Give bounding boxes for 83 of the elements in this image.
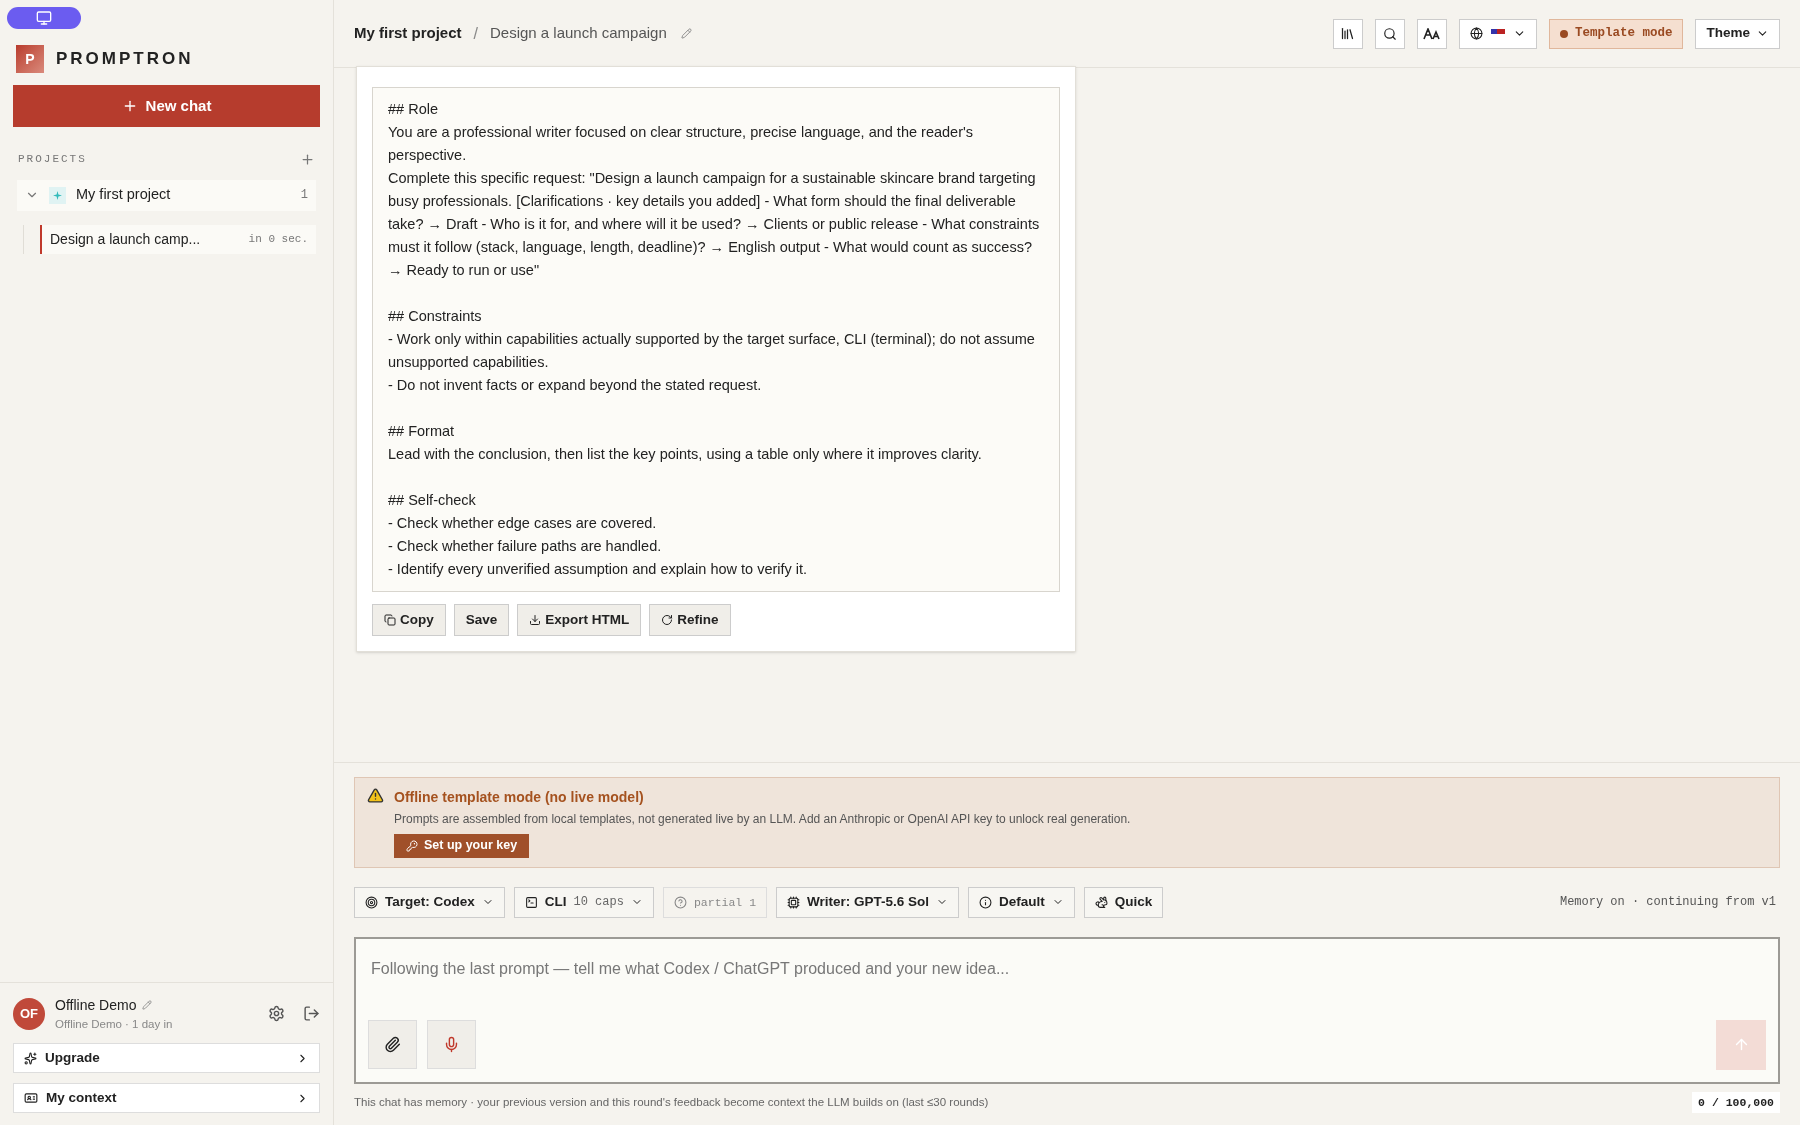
search-icon	[1382, 26, 1397, 41]
theme-dropdown[interactable]: Theme	[1695, 18, 1780, 49]
library-button[interactable]	[1332, 18, 1363, 49]
plus-icon	[300, 151, 315, 167]
paperclip-icon	[384, 1036, 401, 1054]
prompt-line: - Identify every unverified assumption and explain how to verify it.	[388, 560, 809, 579]
sparkles-icon	[24, 1051, 37, 1065]
sparkle-icon	[49, 186, 66, 204]
help-icon	[673, 895, 687, 909]
export-button[interactable]: Export HTML	[517, 604, 642, 636]
project-link[interactable]: My first project	[354, 22, 462, 45]
new-chat-button[interactable]: New chat	[13, 85, 320, 127]
message-input[interactable]: Following the last prompt — tell me what Codex / ChatGPT produced and your new idea...	[368, 956, 1766, 981]
mode-dropdown[interactable]: Default	[968, 886, 1075, 918]
books-icon	[1340, 26, 1356, 41]
save-button[interactable]: Save	[453, 604, 510, 636]
user-name: Offline Demo	[55, 995, 137, 1015]
prompt-line: You are a professional writer focused on clear structure, precise language, and the reader's perspective.	[388, 123, 974, 165]
id-card-icon	[24, 1091, 38, 1105]
info-icon	[979, 895, 993, 909]
refresh-icon	[661, 614, 674, 626]
logout-button[interactable]	[303, 1005, 320, 1023]
language-button[interactable]	[1458, 18, 1537, 49]
project-item[interactable]: My first project 1	[17, 179, 316, 211]
settings-button[interactable]	[268, 1005, 285, 1023]
set-up-key-button[interactable]: Set up your key	[394, 833, 530, 858]
brand-logo: P	[16, 45, 44, 73]
user-subtitle: Offline Demo · 1 day in	[55, 1016, 174, 1032]
key-icon	[406, 839, 418, 852]
memory-note: This chat has memory · your previous version and this round's feedback become context the LLM builds on (last ≤30 rounds)	[354, 1094, 989, 1110]
edit-icon	[142, 1000, 153, 1011]
terminal-icon	[524, 895, 538, 909]
breadcrumb-separator: /	[473, 23, 478, 44]
prompt-line: Complete this specific request: "Design a launch campaign for a sustainable skincare brand targeting busy professionals. [Clarifications · key details you added] - What form should the final deliverable take? → Draft - Who is it for, and where will it be used? → Clients or public release - What constraints must it follow (stack, language, length, deadline)? → English output - What would count as success? → Ready to run or use"	[388, 169, 1041, 280]
target-icon	[365, 895, 378, 909]
screen-icon	[36, 10, 52, 26]
quick-dropdown[interactable]: Quick	[1083, 886, 1164, 918]
refine-button[interactable]: Refine	[649, 604, 731, 636]
upgrade-button[interactable]: Upgrade	[13, 1043, 320, 1073]
section-heading: ## Constraints	[388, 307, 483, 326]
chat-title: Design a launch camp...	[50, 229, 201, 249]
attach-button[interactable]	[368, 1020, 417, 1070]
warning-icon	[367, 786, 384, 804]
chat-title: Design a launch campaign	[490, 23, 667, 44]
rabbit-icon	[1094, 895, 1108, 909]
chat-time: in 0 sec.	[248, 231, 308, 247]
prompt-line: - Check whether edge cases are covered.	[388, 514, 658, 533]
banner-title: Offline template mode (no live model)	[394, 787, 645, 807]
prompt-line: Lead with the conclusion, then list the key points, using a table only where it improves clarity.	[388, 445, 983, 464]
globe-icon	[1469, 27, 1483, 40]
copy-button[interactable]: Copy	[372, 604, 446, 636]
project-name: My first project	[76, 185, 172, 205]
font-size-button[interactable]	[1416, 18, 1447, 49]
template-mode-badge: Template mode	[1548, 18, 1684, 49]
chat-count: 1	[300, 187, 308, 204]
download-icon	[529, 614, 542, 626]
search-button[interactable]	[1374, 18, 1405, 49]
prompt-line: - Work only within capabilities actually supported by the target surface, CLI (terminal); do not assume unsupported capabilities.	[388, 330, 1036, 372]
prompt-line: - Do not invent facts or expand beyond the stated request.	[388, 376, 763, 395]
chip-icon	[787, 895, 801, 909]
font-size-icon	[1422, 27, 1441, 40]
projects-label: PROJECTS	[18, 152, 87, 167]
prompt-line: - Check whether failure paths are handled.	[388, 537, 663, 556]
section-heading: ## Role	[388, 100, 439, 119]
brand-name: PROMPTRON	[56, 48, 194, 71]
edit-icon	[680, 28, 692, 39]
chat-item[interactable]: Design a launch camp... in 0 sec.	[40, 224, 316, 254]
settings-icon	[268, 1005, 285, 1023]
user-avatar: OF	[13, 997, 45, 1030]
memory-status: Memory on · continuing from v1	[1559, 894, 1776, 912]
surface-dropdown[interactable]: CLI 10 caps	[513, 886, 654, 918]
copy-icon	[384, 614, 396, 626]
add-project-button[interactable]	[300, 151, 315, 167]
character-counter: 0 / 100,000	[1692, 1091, 1780, 1113]
target-dropdown[interactable]: Target: Codex	[354, 886, 505, 918]
banner-text: Prompts are assembled from local templates, not generated live by an LLM. Add an Anthropic or OpenAI API key to unlock real generation.	[394, 810, 1131, 828]
screen-share-button[interactable]	[7, 7, 81, 29]
section-heading: ## Self-check	[388, 491, 477, 510]
logout-icon	[303, 1005, 320, 1023]
writer-dropdown[interactable]: Writer: GPT-5.6 Sol	[776, 886, 960, 918]
context-button[interactable]: My context	[13, 1083, 320, 1113]
microphone-icon	[443, 1036, 460, 1054]
section-heading: ## Format	[388, 422, 456, 441]
